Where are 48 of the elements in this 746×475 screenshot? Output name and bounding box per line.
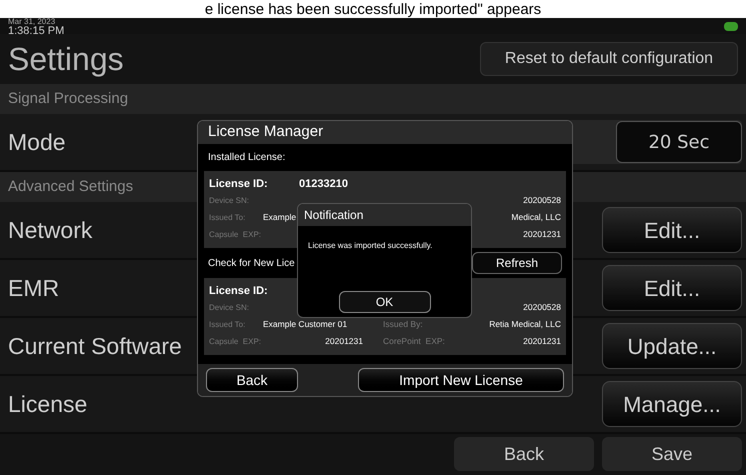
setting-button[interactable]: Update... [602, 323, 742, 369]
setting-button[interactable]: Edit... [602, 207, 742, 253]
field-label: CorePoint EXP: [383, 336, 445, 346]
notification-message: License was imported successfully. [308, 241, 432, 250]
field-label: Device SN: [209, 302, 250, 314]
refresh-button[interactable]: Refresh [472, 252, 562, 274]
field-value: 20201231 [325, 336, 363, 346]
field-label: Device SN: [209, 194, 250, 206]
caption-text: e license has been successfully imported" appears [204, 2, 542, 18]
status-date: Mar 31, 2023 [8, 18, 56, 26]
dialog-title: License Manager [208, 122, 324, 142]
setting-label: Network [8, 216, 92, 245]
field-value: 20201231 [523, 229, 561, 240]
check-license-label: Check for New Lice [208, 256, 295, 270]
setting-label: Mode [8, 128, 66, 157]
setting-label: Current Software [8, 332, 182, 361]
footer-button[interactable]: Save [602, 437, 742, 471]
field-label: Issued To: [209, 318, 246, 330]
license-id-label: License ID: [209, 176, 269, 192]
license-id-label: License ID: [209, 284, 269, 299]
section-header: Signal Processing [8, 88, 128, 109]
ok-button[interactable]: OK [338, 291, 430, 313]
field-value: 20200528 [523, 302, 561, 312]
setting-label: EMR [8, 274, 60, 303]
section-header: Advanced Settings [8, 176, 134, 197]
field-value: Example Customer 01 [263, 319, 348, 330]
back-button[interactable]: Back [206, 368, 298, 392]
field-label: Capsule EXP: [209, 228, 262, 240]
footer-button[interactable]: Back [454, 437, 594, 471]
setting-button[interactable]: Manage... [602, 381, 742, 427]
setting-button[interactable]: Edit... [602, 265, 742, 311]
field-label: Issued To: [209, 212, 246, 224]
field-value: Retia Medical, LLC [489, 319, 561, 330]
notification-title: Notification [304, 207, 364, 224]
reset-button[interactable]: Reset to default configuration [480, 42, 738, 76]
field-value: Example [263, 212, 296, 222]
field-label: Issued By: [383, 319, 423, 330]
setting-label: License [8, 390, 88, 419]
installed-license-label: Installed License: [208, 151, 286, 165]
status-time: 1:38:15 PM [8, 26, 64, 37]
field-value: 20201231 [523, 336, 561, 346]
field-value: Medical, LLC [511, 212, 561, 222]
page-title: Settings [8, 40, 124, 79]
field-label: Capsule EXP: [209, 336, 262, 348]
mode-button[interactable]: 20 Sec [616, 121, 742, 163]
license-id-value: 01233210 [299, 176, 348, 192]
import-license-button[interactable]: Import New License [358, 368, 564, 392]
field-value: 20200528 [523, 195, 561, 206]
